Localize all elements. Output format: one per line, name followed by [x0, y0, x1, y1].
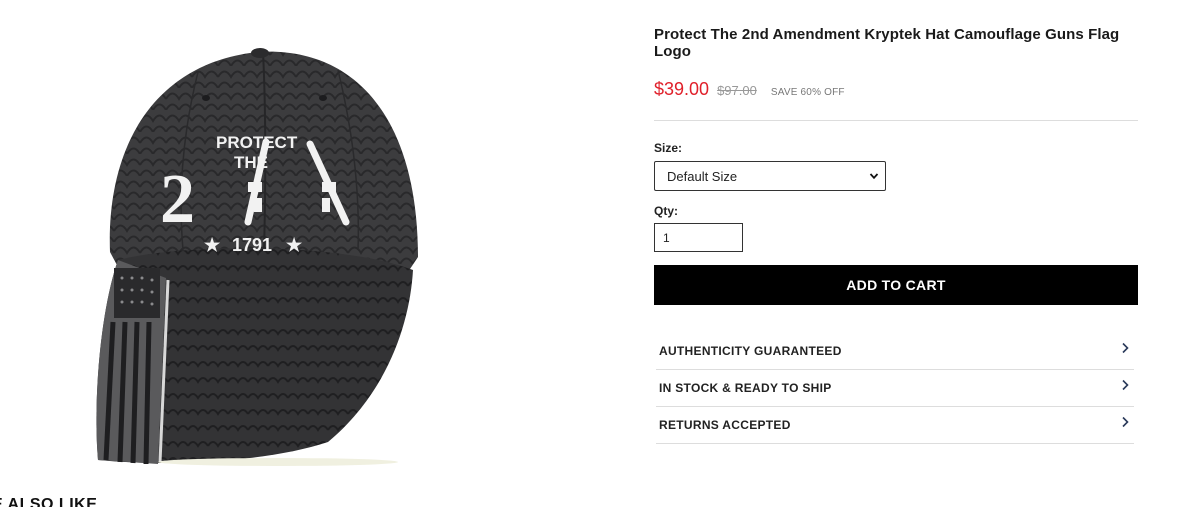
divider [654, 120, 1138, 121]
size-select-value: Default Size [667, 168, 738, 184]
chevron-down-icon [869, 173, 879, 180]
chevron-right-icon [1122, 342, 1129, 354]
accordion-label: RETURNS ACCEPTED [659, 418, 791, 432]
related-heading: E ALSO LIKE [0, 496, 98, 507]
chevron-right-icon [1122, 416, 1129, 428]
compare-price: $97.00 [717, 83, 757, 98]
product-title: Protect The 2nd Amendment Kryptek Hat Ca… [654, 26, 1120, 60]
chevron-right-icon [1122, 379, 1129, 391]
accordion-authenticity[interactable]: AUTHENTICITY GUARANTEED [656, 333, 1134, 370]
qty-label: Qty: [654, 204, 678, 218]
embroidery-number: 2 [160, 161, 195, 238]
qty-input[interactable]: 1 [654, 223, 743, 252]
size-label: Size: [654, 141, 683, 155]
info-accordion: AUTHENTICITY GUARANTEED IN STOCK & READY… [656, 333, 1134, 444]
size-select[interactable]: Default Size [654, 161, 886, 191]
save-badge: SAVE 60% OFF [770, 87, 845, 98]
hat-illustration: PROTECT THE 2 1791 ★ ★ [96, 48, 419, 466]
embroidery-year: 1791 [232, 235, 272, 255]
accordion-in-stock[interactable]: IN STOCK & READY TO SHIP [656, 370, 1134, 407]
embroidery-protect: PROTECT [216, 133, 298, 152]
product-details: Protect The 2nd Amendment Kryptek Hat Ca… [654, 26, 1138, 444]
sale-price: $39.00 [654, 79, 710, 99]
accordion-label: AUTHENTICITY GUARANTEED [659, 344, 842, 358]
product-image[interactable]: PROTECT THE 2 1791 ★ ★ [88, 22, 448, 467]
star-right-icon: ★ [286, 235, 303, 255]
qty-value: 1 [663, 230, 670, 245]
price-row: $39.00 $97.00 SAVE 60% OFF [654, 79, 1138, 100]
add-to-cart-button[interactable]: ADD TO CART [654, 265, 1138, 305]
accordion-label: IN STOCK & READY TO SHIP [659, 381, 832, 395]
star-left-icon: ★ [204, 235, 221, 255]
accordion-returns[interactable]: RETURNS ACCEPTED [656, 407, 1134, 444]
